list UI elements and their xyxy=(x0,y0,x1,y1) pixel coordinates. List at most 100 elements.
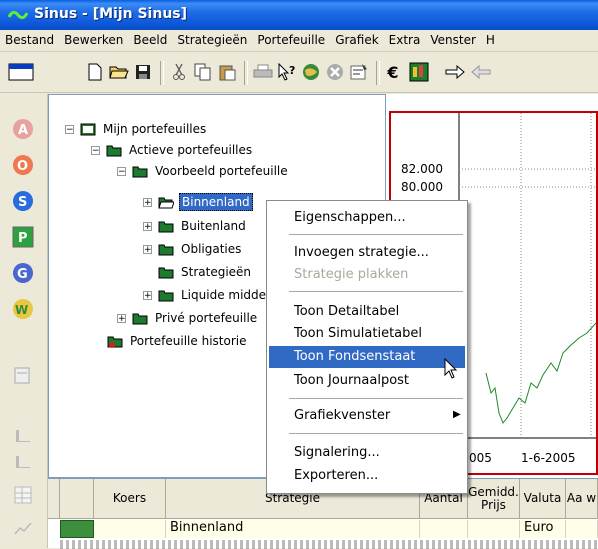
tree-item-prive-portefeuille[interactable]: + Privé portefeuille xyxy=(117,308,259,328)
menu-item-grafiekvenster[interactable]: Grafiekvenster xyxy=(269,405,465,427)
paste-icon[interactable] xyxy=(216,61,238,83)
menu-bar: Bestand Bewerken Beeld Strategieën Portefeui… xyxy=(0,30,598,52)
tree-item-strategieen[interactable]: Strategieën xyxy=(158,262,253,282)
stop-icon[interactable] xyxy=(324,61,346,83)
arrow-right-icon[interactable] xyxy=(444,61,466,83)
properties-icon[interactable] xyxy=(12,364,34,386)
expand-icon[interactable]: + xyxy=(143,197,152,207)
strategy-g-icon[interactable]: G xyxy=(12,262,34,284)
chart-icon[interactable] xyxy=(408,61,430,83)
expand-icon[interactable]: + xyxy=(143,221,152,231)
print-icon[interactable] xyxy=(252,61,274,83)
sinus-logo-icon xyxy=(8,10,28,20)
tree-item-liquide-middelen[interactable]: + Liquide middelen xyxy=(143,285,286,305)
y-tick-label: 80.000 xyxy=(401,180,443,194)
bar-chart-icon[interactable] xyxy=(12,424,34,446)
tree-item-voorbeeld-portefeuille[interactable]: − Voorbeeld portefeuille xyxy=(117,161,290,181)
line-chart-icon[interactable] xyxy=(12,518,34,540)
display-icon[interactable] xyxy=(6,61,36,83)
menu-strategieen[interactable]: Strategieën xyxy=(172,30,252,52)
save-icon[interactable] xyxy=(132,61,154,83)
column-header-gemidd-prijs[interactable]: Gemidd. Prijs xyxy=(468,479,520,519)
globe-icon[interactable] xyxy=(300,61,322,83)
tree-label: Privé portefeuille xyxy=(155,311,258,325)
menu-item-toon-journaalpost[interactable]: Toon Journaalpost xyxy=(269,370,465,392)
left-toolbar: A O S P G W xyxy=(0,94,48,548)
bar-chart-icon-2[interactable] xyxy=(12,450,34,472)
cell-aantal[interactable] xyxy=(420,520,468,538)
menu-beeld[interactable]: Beeld xyxy=(128,30,172,52)
menu-help[interactable]: H xyxy=(481,30,500,52)
strategy-o-icon[interactable]: O xyxy=(12,154,34,176)
column-header-koers[interactable]: Koers xyxy=(94,479,166,519)
expand-icon[interactable]: + xyxy=(143,244,152,254)
menu-grafiek[interactable]: Grafiek xyxy=(330,30,383,52)
title-bar: Sinus - [Mijn Sinus] xyxy=(0,0,598,30)
strategy-w-icon[interactable]: W xyxy=(12,298,34,320)
folder-icon xyxy=(158,244,174,255)
menu-bestand[interactable]: Bestand xyxy=(0,30,59,52)
menu-item-toon-detailtabel[interactable]: Toon Detailtabel xyxy=(269,301,465,323)
folder-icon xyxy=(132,313,148,324)
submenu-arrow-icon: ▶ xyxy=(453,409,461,420)
menu-venster[interactable]: Venster xyxy=(425,30,481,52)
cell-aa[interactable] xyxy=(566,520,598,538)
column-header-valuta[interactable]: Valuta xyxy=(520,479,566,519)
y-tick-label: 82.000 xyxy=(401,162,443,176)
tree-item-obligaties[interactable]: + Obligaties xyxy=(143,239,243,259)
collapse-icon[interactable]: − xyxy=(91,145,100,155)
collapse-icon[interactable]: − xyxy=(117,166,126,176)
open-folder-icon[interactable] xyxy=(108,61,130,83)
cell-gemidd-prijs[interactable] xyxy=(468,520,520,538)
svg-text:O: O xyxy=(17,159,28,174)
menu-item-eigenschappen[interactable]: Eigenschappen... xyxy=(269,207,465,229)
menu-portefeuille[interactable]: Portefeuille xyxy=(252,30,330,52)
cell-koers[interactable] xyxy=(94,520,166,538)
folder-icon xyxy=(158,267,174,278)
cell-strategie[interactable]: Binnenland xyxy=(166,520,420,538)
x-tick-label: 1-6-2005 xyxy=(521,451,576,465)
cut-icon[interactable] xyxy=(168,61,190,83)
folder-icon xyxy=(158,221,174,232)
help-pointer-icon[interactable]: ? xyxy=(276,61,298,83)
strategy-a-icon[interactable]: A xyxy=(12,118,34,140)
cell-valuta[interactable]: Euro xyxy=(520,520,566,538)
folder-icon xyxy=(132,166,148,177)
x-tick-label: 005 xyxy=(469,451,492,465)
column-header-aa[interactable]: Aa w xyxy=(566,479,598,519)
menu-item-toon-fondsenstaat[interactable]: Toon Fondsenstaat xyxy=(269,346,465,368)
svg-text:S: S xyxy=(18,195,27,210)
tree-label: Voorbeeld portefeuille xyxy=(155,164,288,178)
menu-bewerken[interactable]: Bewerken xyxy=(59,30,128,52)
expand-icon[interactable]: + xyxy=(143,290,152,300)
tree-item-buitenland[interactable]: + Buitenland xyxy=(143,216,248,236)
folder-icon xyxy=(106,145,122,156)
menu-item-signalering[interactable]: Signalering... xyxy=(269,442,465,464)
toolbar: ? € xyxy=(0,53,598,93)
svg-text:A: A xyxy=(18,123,28,138)
collapse-icon[interactable]: − xyxy=(65,124,74,134)
tree-item-binnenland[interactable]: + Binnenland xyxy=(143,192,253,212)
table-icon[interactable] xyxy=(12,484,34,506)
menu-item-invoegen-strategie[interactable]: Invoegen strategie... xyxy=(269,242,465,264)
tree-label-selected: Binnenland xyxy=(179,193,253,211)
menu-item-toon-simulatietabel[interactable]: Toon Simulatietabel xyxy=(269,323,465,345)
price-line xyxy=(485,322,596,424)
row-header-corner xyxy=(48,479,60,519)
strategy-p-icon[interactable]: P xyxy=(12,226,34,248)
svg-text:G: G xyxy=(17,267,28,282)
properties-icon[interactable] xyxy=(348,61,370,83)
menu-item-exporteren[interactable]: Exporteren... xyxy=(269,465,465,487)
expand-icon[interactable]: + xyxy=(117,313,126,323)
history-folder-icon xyxy=(107,336,123,348)
arrow-left-icon[interactable] xyxy=(470,61,492,83)
new-document-icon[interactable] xyxy=(84,61,106,83)
copy-icon[interactable] xyxy=(192,61,214,83)
context-menu: Eigenschappen... Invoegen strategie... S… xyxy=(266,200,468,494)
strategy-s-icon[interactable]: S xyxy=(12,190,34,212)
euro-icon[interactable]: € xyxy=(382,61,404,83)
tree-item-actieve-portefeuilles[interactable]: − Actieve portefeuilles xyxy=(91,140,254,160)
tree-root[interactable]: − Mijn portefeuilles xyxy=(65,119,208,139)
menu-extra[interactable]: Extra xyxy=(384,30,426,52)
tree-item-portefeuille-historie[interactable]: Portefeuille historie xyxy=(107,331,248,351)
